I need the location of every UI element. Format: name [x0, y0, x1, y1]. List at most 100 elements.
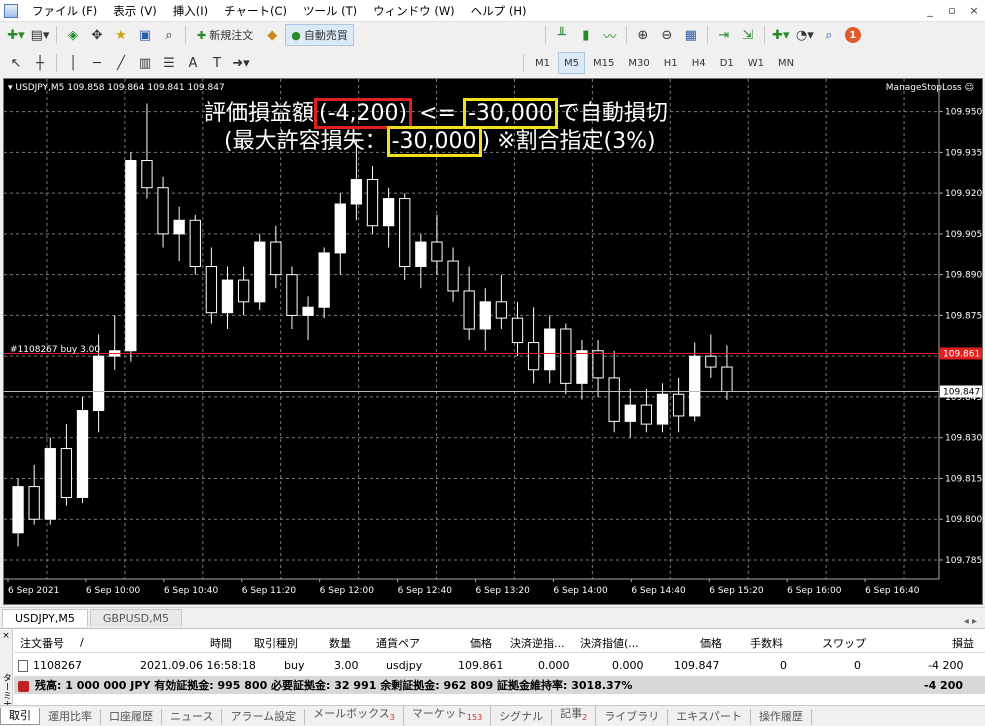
arrows-icon[interactable]: ➜▾	[230, 52, 252, 74]
tile-windows-icon[interactable]: ▦	[680, 24, 702, 46]
timeframe-h4[interactable]: H4	[686, 52, 712, 74]
timeframe-m5[interactable]: M5	[558, 52, 585, 74]
tab-exposure[interactable]: 運用比率	[40, 708, 101, 725]
col-current-price[interactable]: 価格	[700, 635, 722, 651]
new-chart-icon[interactable]: ✚▾	[5, 24, 27, 46]
timeframe-mn[interactable]: MN	[772, 52, 800, 74]
order-type: buy	[284, 658, 305, 672]
navigator-icon[interactable]: ★	[110, 24, 132, 46]
chart-shift-icon[interactable]: ⇥	[713, 24, 735, 46]
candlestick-chart[interactable]: 109.950 109.935 109.920 109.905 109.890 109.8…	[4, 79, 982, 604]
order-commission: 0	[780, 658, 787, 672]
col-take-profit[interactable]: 決済指値(...	[580, 635, 639, 651]
tab-signals[interactable]: シグナル	[491, 708, 553, 725]
tab-gbpusd-m5[interactable]: GBPUSD,M5	[89, 609, 183, 627]
timeframe-m15[interactable]: M15	[587, 52, 620, 74]
col-symbol[interactable]: 通貨ペア	[376, 635, 420, 651]
tab-experts[interactable]: エキスパート	[668, 708, 751, 725]
menu-window[interactable]: ウィンドウ (W)	[365, 0, 463, 22]
tab-library[interactable]: ライブラリ	[596, 708, 669, 725]
new-order-button[interactable]: ✚ 新規注文	[191, 24, 259, 46]
order-line-label: #1108267 buy 3.00	[10, 345, 101, 355]
meta-editor-icon[interactable]: ◆	[261, 24, 283, 46]
threshold-box: -30,000	[462, 98, 558, 129]
channel-icon[interactable]: ▥	[134, 52, 156, 74]
tab-articles[interactable]: 記事2	[552, 706, 597, 726]
text-icon[interactable]: A	[182, 52, 204, 74]
bar-chart-icon[interactable]: ╨	[551, 24, 573, 46]
col-profit[interactable]: 損益	[952, 635, 974, 651]
col-swap[interactable]: スワップ	[822, 635, 866, 651]
line-chart-icon[interactable]: 〰	[599, 24, 621, 46]
profiles-icon[interactable]: ▤▾	[29, 24, 51, 46]
tab-usdjpy-m5[interactable]: USDJPY,M5	[2, 609, 88, 627]
articles-label: 記事	[560, 707, 583, 721]
candle-body	[189, 219, 201, 268]
terminal-icon[interactable]: ▣	[134, 24, 156, 46]
col-open-price[interactable]: 価格	[470, 635, 492, 651]
tab-scroll-arrows[interactable]: ◂ ▸	[956, 616, 985, 627]
timeframe-d1[interactable]: D1	[714, 52, 740, 74]
minimize-button[interactable]: _	[919, 4, 941, 17]
col-order-no[interactable]: 注文番号	[20, 635, 64, 651]
indicators-icon[interactable]: ✚▾	[770, 24, 792, 46]
tab-account-history[interactable]: 口座履歴	[101, 708, 162, 725]
menu-help[interactable]: ヘルプ (H)	[463, 0, 535, 22]
text-label-icon[interactable]: T	[206, 52, 228, 74]
candle-body	[640, 404, 653, 425]
strategy-tester-icon[interactable]: ⌕	[158, 24, 180, 46]
tab-market[interactable]: マーケット153	[404, 706, 492, 726]
tab-trade[interactable]: 取引	[0, 708, 40, 725]
notifications-button[interactable]: 1	[842, 24, 864, 46]
candle-body	[382, 198, 395, 227]
tab-news[interactable]: ニュース	[162, 708, 223, 725]
candle-body	[60, 448, 73, 498]
col-volume[interactable]: 数量	[329, 635, 351, 651]
time-axis-label: 6 Sep 15:20	[709, 586, 764, 596]
price-chart[interactable]: 109.950 109.935 109.920 109.905 109.890 109.8…	[3, 78, 983, 605]
close-button[interactable]: ×	[963, 4, 985, 17]
menu-file[interactable]: ファイル (F)	[24, 0, 105, 22]
notice-suffix: で自動損切	[557, 101, 668, 126]
candle-chart-icon[interactable]: ▮	[575, 24, 597, 46]
col-commission[interactable]: 手数料	[750, 635, 783, 651]
vertical-line-icon[interactable]: │	[62, 52, 84, 74]
fibonacci-icon[interactable]: ☰	[158, 52, 180, 74]
autoscroll-icon[interactable]: ⇲	[737, 24, 759, 46]
time-axis-label: 6 Sep 11:20	[242, 586, 297, 596]
menu-view[interactable]: 表示 (V)	[105, 0, 165, 22]
col-time[interactable]: 時間	[210, 635, 232, 651]
tab-alerts[interactable]: アラーム設定	[222, 708, 306, 725]
timeframe-m1[interactable]: M1	[529, 52, 556, 74]
balance-icon	[18, 680, 29, 692]
timeframe-h1[interactable]: H1	[658, 52, 684, 74]
menu-chart[interactable]: チャート(C)	[216, 0, 295, 22]
auto-trade-button[interactable]: ● 自動売買	[285, 24, 354, 46]
candle-body	[270, 241, 282, 276]
crosshair-icon[interactable]: ┼	[29, 52, 51, 74]
candle-body	[76, 410, 89, 498]
market-watch-icon[interactable]: ◈	[62, 24, 84, 46]
order-swap: 0	[854, 658, 861, 672]
col-stop-loss[interactable]: 決済逆指...	[510, 635, 565, 651]
search-icon[interactable]: ⌕	[818, 24, 840, 46]
tab-mailbox[interactable]: メールボックス3	[305, 706, 404, 726]
terminal-close-icon[interactable]: ×	[0, 629, 12, 643]
periods-icon[interactable]: ◔▾	[794, 24, 816, 46]
cursor-icon[interactable]: ↖	[5, 52, 27, 74]
zoom-in-icon[interactable]: ⊕	[632, 24, 654, 46]
trendline-icon[interactable]: ╱	[110, 52, 132, 74]
timeframe-m30[interactable]: M30	[622, 52, 655, 74]
menu-tools[interactable]: ツール (T)	[295, 0, 365, 22]
data-window-icon[interactable]: ✥	[86, 24, 108, 46]
tab-journal[interactable]: 操作履歴	[751, 708, 812, 725]
restore-button[interactable]: ▫	[941, 4, 963, 17]
col-type[interactable]: 取引種別	[254, 635, 298, 651]
horizontal-line-icon[interactable]: ─	[86, 52, 108, 74]
symbol-info-text: USDJPY,M5 109.858 109.864 109.841 109.84…	[15, 83, 225, 93]
menu-insert[interactable]: 挿入(I)	[165, 0, 216, 22]
time-axis-label: 6 Sep 13:20	[476, 586, 531, 596]
table-row[interactable]: 1108267 2021.09.06 16:58:18 buy 3.00 usd…	[14, 655, 985, 675]
zoom-out-icon[interactable]: ⊖	[656, 24, 678, 46]
timeframe-w1[interactable]: W1	[742, 52, 770, 74]
